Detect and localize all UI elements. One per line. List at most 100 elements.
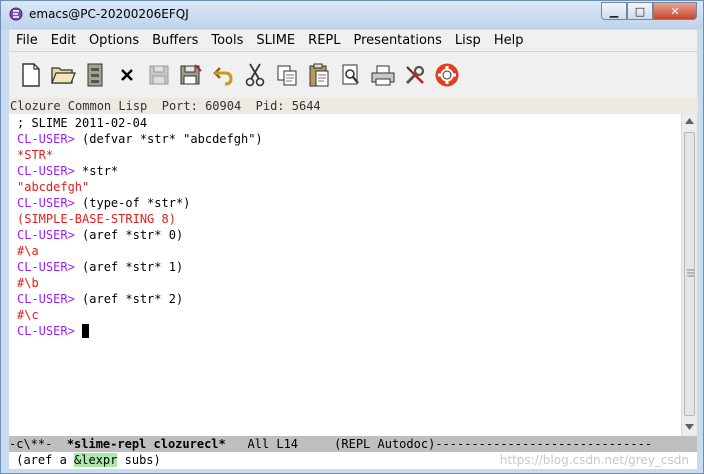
grip-icon bbox=[687, 269, 694, 277]
repl-line: CL-USER> (type-of *str*) bbox=[17, 195, 190, 211]
close-button[interactable]: ✕ bbox=[653, 2, 697, 20]
emacs-window: emacs@PC-20200206EFQJ ▁ □ ✕ File Edit Op… bbox=[0, 0, 704, 474]
autodoc-suffix: subs) bbox=[117, 453, 161, 467]
save-disabled-icon bbox=[149, 65, 169, 85]
repl-prompt: CL-USER> bbox=[17, 228, 75, 242]
undo-icon bbox=[213, 67, 233, 86]
menu-presentations[interactable]: Presentations bbox=[347, 33, 448, 48]
window-controls: ▁ □ ✕ bbox=[601, 2, 697, 20]
tool-bar bbox=[9, 52, 697, 98]
repl-line: "abcdefgh" bbox=[17, 179, 89, 195]
print-button[interactable] bbox=[367, 59, 399, 91]
menu-lisp[interactable]: Lisp bbox=[448, 33, 487, 48]
open-folder-icon bbox=[51, 67, 76, 84]
cut-button[interactable] bbox=[239, 59, 271, 91]
new-file-icon bbox=[22, 63, 40, 87]
dired-button[interactable] bbox=[79, 59, 111, 91]
new-file-button[interactable] bbox=[15, 59, 47, 91]
title-bar[interactable]: emacs@PC-20200206EFQJ ▁ □ ✕ bbox=[1, 1, 703, 29]
repl-result: "abcdefgh" bbox=[17, 180, 90, 194]
repl-line: #\c bbox=[17, 307, 39, 323]
text-cursor bbox=[82, 324, 90, 338]
repl-line: #\b bbox=[17, 275, 39, 291]
mode-line-fill: ------------------------------ bbox=[435, 437, 653, 451]
menu-bar: File Edit Options Buffers Tools SLIME RE… bbox=[9, 30, 697, 52]
help-button[interactable] bbox=[431, 59, 463, 91]
repl-line: CL-USER> *str* bbox=[17, 163, 118, 179]
buffer-name: *slime-repl clozurecl* bbox=[66, 437, 226, 451]
repl-line: CL-USER> (aref *str* 2) bbox=[17, 291, 183, 307]
repl-input: (aref *str* 2) bbox=[74, 292, 184, 306]
header-line: Clozure Common Lisp Port: 60904 Pid: 564… bbox=[9, 98, 698, 114]
preferences-button[interactable] bbox=[399, 59, 431, 91]
menu-tools[interactable]: Tools bbox=[204, 33, 249, 48]
menu-help[interactable]: Help bbox=[487, 33, 530, 48]
repl-prompt: CL-USER> bbox=[17, 164, 75, 178]
save-button[interactable] bbox=[175, 59, 207, 91]
menu-buffers[interactable]: Buffers bbox=[145, 33, 204, 48]
minimize-button[interactable]: ▁ bbox=[601, 2, 627, 20]
copy-icon bbox=[277, 65, 297, 86]
repl-line: ; SLIME 2011-02-04 bbox=[17, 115, 147, 131]
preferences-icon bbox=[405, 65, 425, 85]
repl-line: #\a bbox=[17, 243, 39, 259]
paste-button[interactable] bbox=[303, 59, 335, 91]
cut-icon bbox=[245, 63, 265, 87]
emacs-app-icon bbox=[9, 7, 23, 21]
close-icon: ✕ bbox=[670, 4, 680, 18]
repl-input: (defvar *str* "abcdefgh") bbox=[74, 132, 263, 146]
banner-comment: ; SLIME 2011-02-04 bbox=[17, 116, 148, 130]
maximize-icon: □ bbox=[634, 4, 646, 18]
repl-input: (type-of *str*) bbox=[74, 196, 191, 210]
repl-input: *str* bbox=[74, 164, 119, 178]
repl-prompt: CL-USER> bbox=[17, 132, 75, 146]
menu-file[interactable]: File bbox=[9, 33, 44, 48]
scroll-up-icon[interactable] bbox=[685, 118, 694, 124]
repl-result: *STR* bbox=[17, 148, 54, 162]
print-icon bbox=[371, 65, 395, 86]
major-modes: (REPL Autodoc) bbox=[334, 437, 436, 451]
kill-buffer-button[interactable] bbox=[111, 59, 143, 91]
save-icon bbox=[180, 64, 202, 85]
vertical-scrollbar[interactable] bbox=[681, 114, 697, 436]
watermark: https://blog.csdn.net/grey_csdn bbox=[499, 453, 689, 467]
buffer-status: -c\**- bbox=[9, 437, 53, 451]
menu-repl[interactable]: REPL bbox=[301, 33, 346, 48]
repl-result: (SIMPLE-BASE-STRING 8) bbox=[17, 212, 176, 226]
autodoc-highlight: &lexpr bbox=[74, 453, 118, 467]
repl-input[interactable] bbox=[75, 324, 82, 338]
repl-line: CL-USER> (aref *str* 0) bbox=[17, 227, 183, 243]
mode-line[interactable]: -c\**- *slime-repl clozurecl* All L14 (R… bbox=[9, 436, 697, 452]
scroll-thumb[interactable] bbox=[684, 132, 695, 416]
close-x-icon bbox=[121, 69, 133, 81]
menu-slime[interactable]: SLIME bbox=[249, 33, 301, 48]
undo-button[interactable] bbox=[207, 59, 239, 91]
repl-input: (aref *str* 1) bbox=[74, 260, 184, 274]
menu-options[interactable]: Options bbox=[82, 33, 145, 48]
repl-line: *STR* bbox=[17, 147, 53, 163]
repl-result: #\a bbox=[17, 244, 39, 258]
maximize-button[interactable]: □ bbox=[627, 2, 653, 20]
help-lifebuoy-icon bbox=[435, 63, 459, 87]
paste-icon bbox=[309, 63, 329, 87]
repl-result: #\c bbox=[17, 308, 39, 322]
minimize-icon: ▁ bbox=[609, 4, 619, 18]
search-button[interactable] bbox=[335, 59, 367, 91]
open-folder-button[interactable] bbox=[47, 59, 79, 91]
scroll-down-icon[interactable] bbox=[685, 424, 694, 430]
repl-line: CL-USER> (defvar *str* "abcdefgh") bbox=[17, 131, 263, 147]
repl-prompt: CL-USER> bbox=[17, 292, 75, 306]
buffer-position: All L14 bbox=[247, 437, 299, 451]
save-disabled-button[interactable] bbox=[143, 59, 175, 91]
dired-icon bbox=[87, 63, 103, 87]
copy-button[interactable] bbox=[271, 59, 303, 91]
repl-prompt: CL-USER> bbox=[17, 260, 75, 274]
menu-edit[interactable]: Edit bbox=[44, 33, 82, 48]
repl-line: CL-USER> (aref *str* 1) bbox=[17, 259, 183, 275]
repl-prompt: CL-USER> bbox=[17, 196, 75, 210]
repl-buffer[interactable]: ; SLIME 2011-02-04 CL-USER> (defvar *str… bbox=[9, 114, 681, 436]
repl-line: (SIMPLE-BASE-STRING 8) bbox=[17, 211, 176, 227]
repl-result: #\b bbox=[17, 276, 39, 290]
repl-current-line[interactable]: CL-USER> bbox=[17, 323, 90, 339]
repl-input: (aref *str* 0) bbox=[74, 228, 184, 242]
